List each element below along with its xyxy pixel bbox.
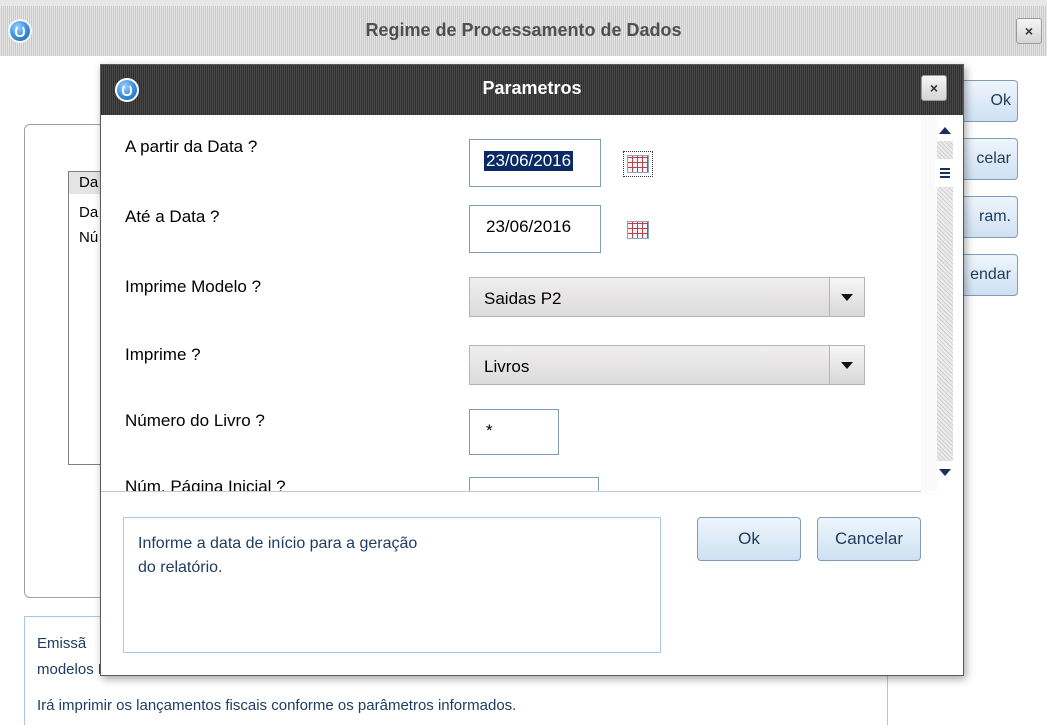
param-label-start-page: Núm. Página Inicial ? bbox=[125, 477, 286, 492]
dialog-ok-button[interactable]: Ok bbox=[697, 517, 801, 561]
dialog-titlebar[interactable]: Parametros × bbox=[101, 65, 963, 115]
print-select[interactable]: Livros bbox=[469, 345, 865, 385]
back-schedule-label: endar bbox=[970, 266, 1011, 283]
main-close-button[interactable]: × bbox=[1016, 18, 1042, 44]
scroll-up-icon[interactable] bbox=[937, 119, 953, 141]
dialog-title: Parametros bbox=[482, 78, 582, 98]
model-select-value: Saidas P2 bbox=[484, 289, 562, 308]
param-label-model: Imprime Modelo ? bbox=[125, 277, 262, 296]
model-select[interactable]: Saidas P2 bbox=[469, 277, 865, 317]
print-select-value: Livros bbox=[484, 357, 530, 376]
scrollbar-track[interactable] bbox=[937, 141, 953, 461]
start-date-calendar-icon[interactable] bbox=[623, 151, 653, 177]
parameters-scrollbar[interactable] bbox=[921, 115, 955, 491]
main-window-title: Regime de Processamento de Dados bbox=[365, 20, 682, 40]
back-params-label: ram. bbox=[979, 208, 1011, 225]
close-icon: × bbox=[929, 80, 939, 96]
parameters-area[interactable]: A partir da Data ? 23/06/2016 Até a Data… bbox=[101, 115, 921, 492]
book-number-value: * bbox=[486, 421, 493, 440]
chevron-down-icon[interactable] bbox=[829, 278, 864, 316]
dialog-close-button[interactable]: × bbox=[921, 75, 947, 101]
scrollbar-thumb[interactable] bbox=[935, 159, 955, 187]
end-date-calendar-icon[interactable] bbox=[627, 221, 649, 239]
end-date-field[interactable]: 23/06/2016 bbox=[469, 205, 601, 253]
book-number-field[interactable]: * bbox=[469, 409, 559, 455]
close-icon: × bbox=[1024, 23, 1034, 39]
dialog-cancel-label: Cancelar bbox=[834, 529, 904, 548]
list-item[interactable]: Nú bbox=[79, 229, 98, 246]
help-text-box: Informe a data de início para a geração … bbox=[123, 517, 661, 653]
help-line: do relatório. bbox=[138, 559, 223, 576]
help-line: Informe a data de início para a geração bbox=[138, 535, 418, 552]
chevron-down-icon[interactable] bbox=[829, 346, 864, 384]
param-label-end-date: Até a Data ? bbox=[125, 207, 220, 226]
start-page-field[interactable] bbox=[469, 477, 599, 491]
parameters-dialog: Parametros × A partir da Data ? 23/06/20… bbox=[100, 64, 964, 676]
back-ok-label: Ok bbox=[990, 92, 1011, 109]
dialog-ok-label: Ok bbox=[738, 529, 760, 548]
end-date-value: 23/06/2016 bbox=[486, 217, 572, 236]
scroll-down-icon[interactable] bbox=[937, 461, 953, 483]
param-label-book-number: Número do Livro ? bbox=[125, 411, 265, 430]
dialog-cancel-button[interactable]: Cancelar bbox=[817, 517, 921, 561]
back-cancel-label: celar bbox=[976, 150, 1011, 167]
list-item[interactable]: Da bbox=[79, 174, 98, 191]
param-label-start-date: A partir da Data ? bbox=[125, 137, 258, 156]
start-date-value: 23/06/2016 bbox=[484, 151, 574, 171]
param-label-print: Imprime ? bbox=[125, 345, 201, 364]
main-window-titlebar[interactable]: Regime de Processamento de Dados × bbox=[0, 6, 1047, 56]
list-item[interactable]: Da bbox=[79, 204, 98, 221]
description-line: Emissã bbox=[37, 635, 87, 652]
start-date-field[interactable]: 23/06/2016 bbox=[469, 139, 601, 187]
description-line: Irá imprimir os lançamentos fiscais conf… bbox=[37, 697, 517, 714]
